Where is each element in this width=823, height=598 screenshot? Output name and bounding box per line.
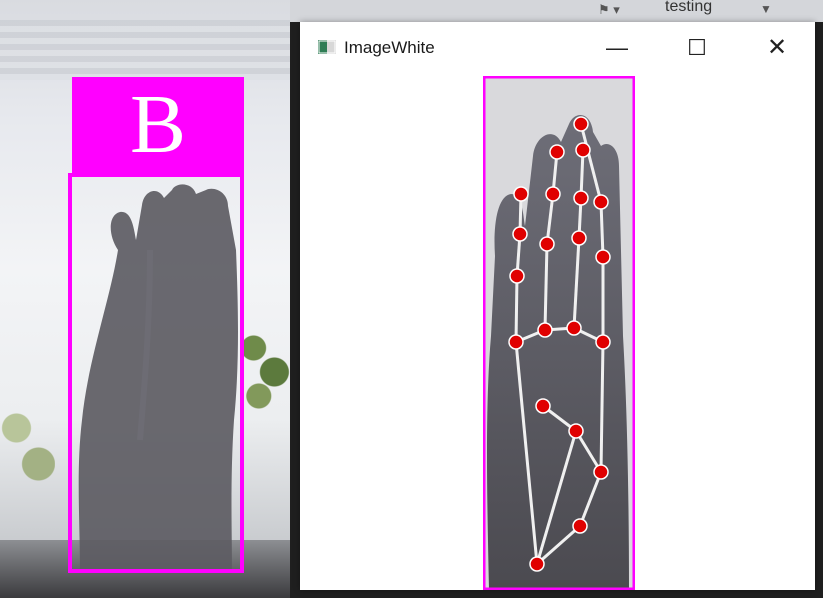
minimize-button[interactable]: —: [594, 32, 640, 64]
image-white-window: ImageWhite — ☐ ✕: [300, 22, 815, 590]
skeleton-bone: [543, 243, 549, 331]
landmark-point: [595, 249, 611, 265]
title-bar[interactable]: ImageWhite — ☐ ✕: [300, 22, 815, 74]
landmark-point: [513, 186, 529, 202]
landmark-point: [535, 398, 551, 414]
landmark-point: [593, 464, 609, 480]
hand-detection-box: [68, 173, 244, 573]
maximize-button[interactable]: ☐: [674, 32, 720, 64]
run-config-label[interactable]: testing: [665, 0, 712, 16]
landmark-point: [568, 423, 584, 439]
landmark-point: [572, 518, 588, 534]
landmark-point: [566, 320, 582, 336]
landmark-point: [537, 322, 553, 338]
skeleton-bone: [599, 341, 605, 473]
landmark-point: [575, 142, 591, 158]
landmark-point: [549, 144, 565, 160]
window-title: ImageWhite: [344, 38, 435, 57]
landmark-point: [593, 194, 609, 210]
run-config-icon[interactable]: ⚑ ▾: [598, 2, 620, 18]
landmark-point: [509, 268, 525, 284]
landmark-point: [595, 334, 611, 350]
landmark-point: [508, 334, 524, 350]
close-button[interactable]: ✕: [754, 32, 800, 64]
webcam-frame: B: [0, 0, 290, 598]
landmark-point: [512, 226, 528, 242]
hand-crop-canvas: [483, 76, 635, 590]
prediction-label: B: [129, 78, 187, 171]
landmark-point: [529, 556, 545, 572]
landmark-point: [573, 190, 589, 206]
landmark-point: [571, 230, 587, 246]
skeleton-bone: [599, 201, 605, 258]
landmark-point: [545, 186, 561, 202]
skeleton-bone: [514, 275, 519, 343]
landmark-point: [539, 236, 555, 252]
app-icon: [318, 40, 336, 54]
chevron-down-icon[interactable]: ▼: [760, 2, 772, 16]
landmark-point: [573, 116, 589, 132]
